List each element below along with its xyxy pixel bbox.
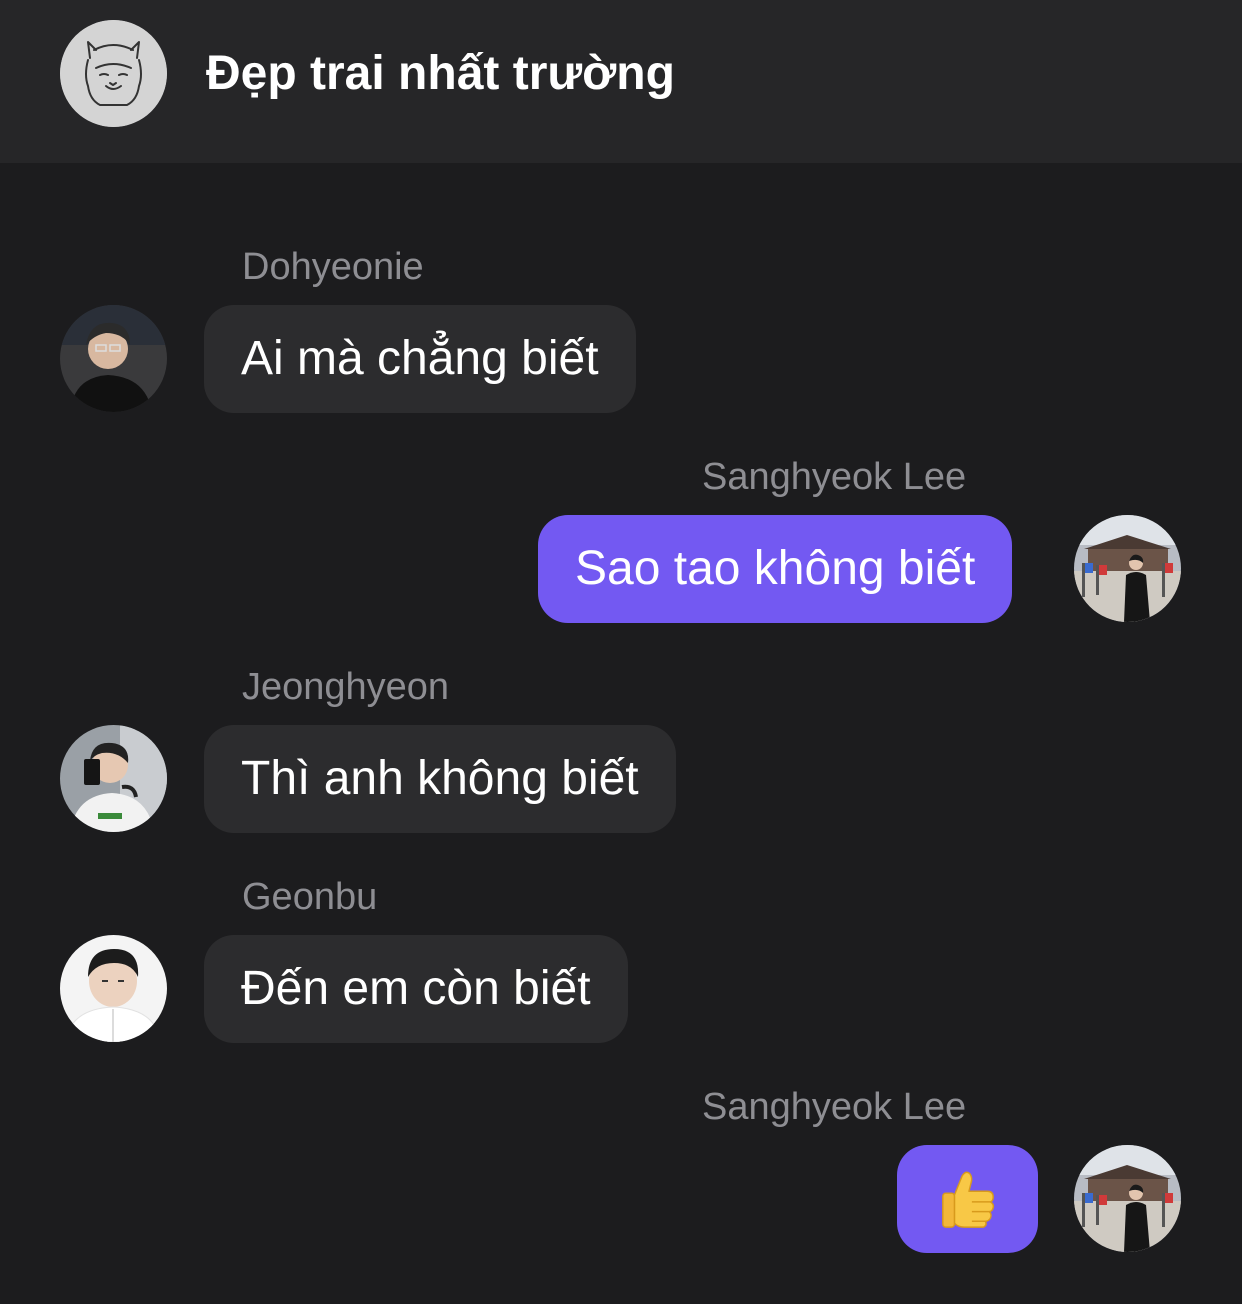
alpaca-icon <box>60 20 167 127</box>
sender-name: Geonbu <box>242 876 378 918</box>
message-bubble-outgoing[interactable]: Sao tao không biết <box>538 515 1013 623</box>
sender-name: Sanghyeok Lee <box>702 456 967 498</box>
sender-name: Dohyeonie <box>242 246 424 288</box>
avatar-sanghyeok-lee[interactable] <box>1074 515 1181 622</box>
chat-title: Đẹp trai nhất trường <box>206 47 675 100</box>
message-bubble-incoming[interactable]: Thì anh không biết <box>204 725 676 833</box>
avatar-jeonghyeon[interactable] <box>60 725 167 832</box>
message-bubble-incoming[interactable]: Đến em còn biết <box>204 935 628 1043</box>
message-bubble-outgoing[interactable] <box>897 1145 1038 1253</box>
avatar-geonbu[interactable] <box>60 935 167 1042</box>
chat-header: Đẹp trai nhất trường <box>0 0 1242 163</box>
sender-name: Jeonghyeon <box>242 666 450 708</box>
message-bubble-incoming[interactable]: Ai mà chẳng biết <box>204 305 636 413</box>
avatar-sanghyeok-lee[interactable] <box>1074 1145 1181 1252</box>
group-avatar[interactable] <box>60 20 167 127</box>
avatar-dohyeonie[interactable] <box>60 305 167 412</box>
thumbs-up-icon <box>941 1171 994 1228</box>
sender-name: Sanghyeok Lee <box>702 1086 967 1128</box>
